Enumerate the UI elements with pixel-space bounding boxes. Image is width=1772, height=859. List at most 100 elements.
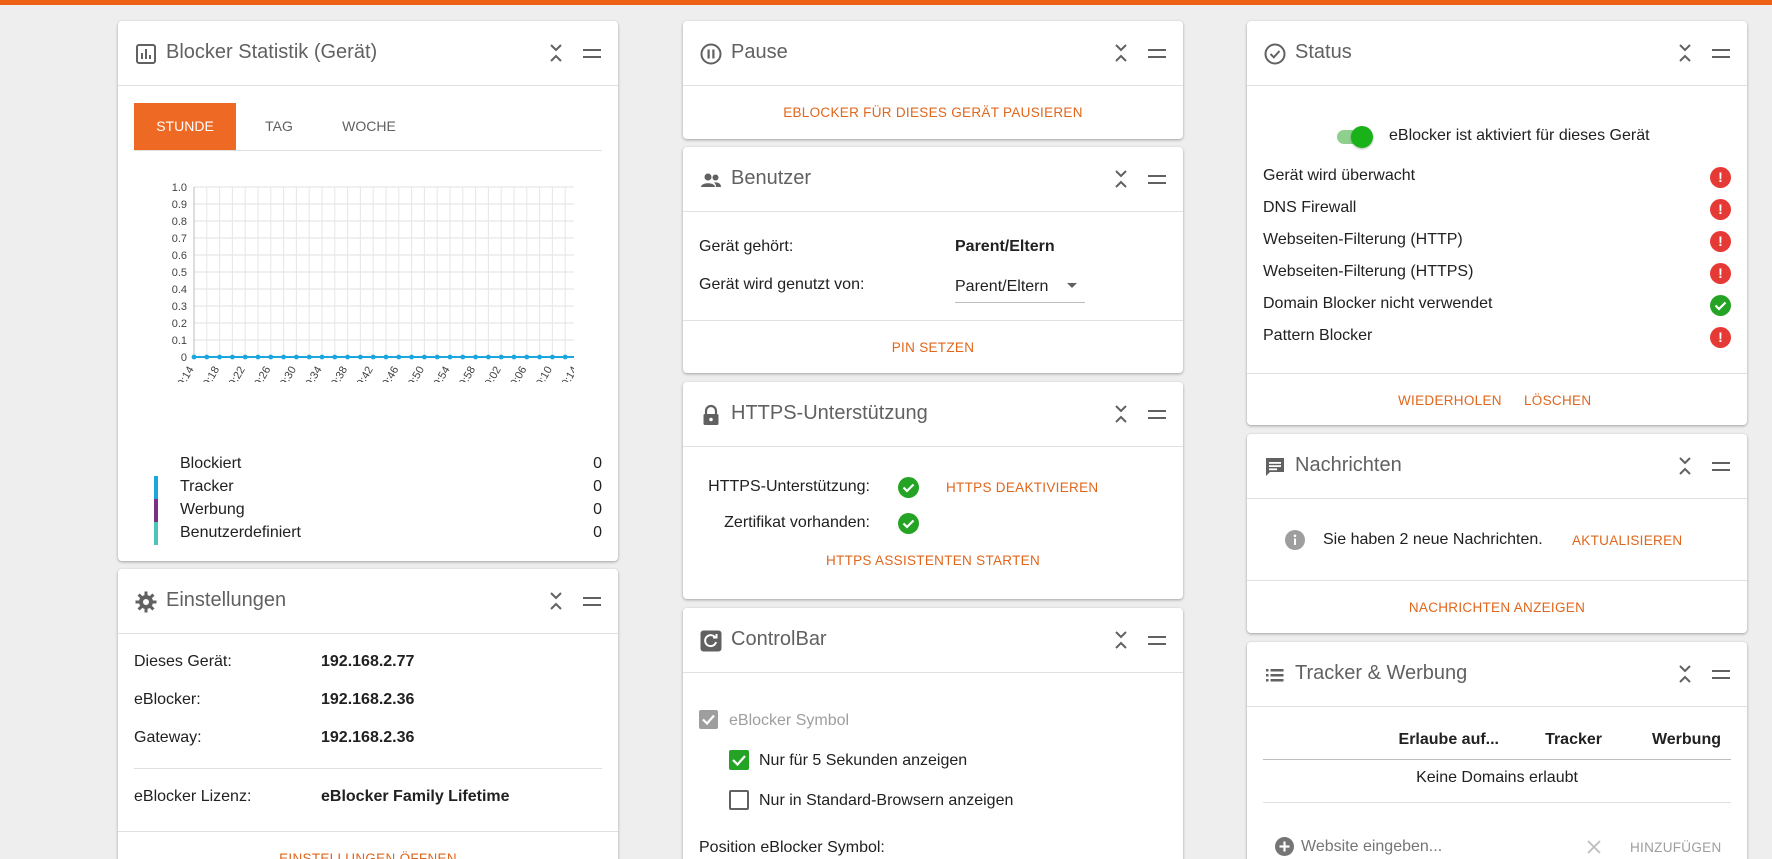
y-tick-label: 0.9 bbox=[172, 199, 187, 211]
x-tick-label: 19:22 bbox=[224, 365, 248, 383]
cert-label: Zertifikat vorhanden: bbox=[724, 514, 870, 531]
delete-link[interactable]: LÖSCHEN bbox=[1524, 393, 1591, 408]
data-point bbox=[409, 354, 414, 360]
status-title: Status bbox=[1295, 41, 1352, 63]
gear-icon bbox=[135, 591, 157, 613]
data-point bbox=[486, 354, 491, 360]
refresh-messages-link[interactable]: AKTUALISIEREN bbox=[1572, 533, 1682, 548]
data-point bbox=[217, 354, 222, 360]
add-circle-icon bbox=[1275, 837, 1294, 856]
y-tick-label: 0.2 bbox=[172, 318, 187, 330]
data-point bbox=[191, 354, 197, 360]
users-card-header: Benutzer bbox=[683, 147, 1183, 212]
pause-card-header: Pause bbox=[683, 21, 1183, 86]
owner-label: Gerät gehört: bbox=[699, 238, 794, 255]
bar-chart-icon bbox=[135, 43, 157, 65]
option-5sec-checkbox[interactable] bbox=[729, 750, 749, 770]
column-header-ads[interactable]: Werbung bbox=[1652, 731, 1721, 749]
set-pin-link[interactable]: PIN SETZEN bbox=[683, 340, 1183, 355]
chevron-down-icon bbox=[1067, 283, 1077, 288]
controlbar-title: ControlBar bbox=[731, 628, 827, 650]
legend-swatch-tracker bbox=[154, 476, 158, 499]
pause-link[interactable]: EBLOCKER FÜR DIESES GERÄT PAUSIEREN bbox=[683, 105, 1183, 120]
drag-handle-icon[interactable] bbox=[1712, 462, 1730, 471]
tab-hour[interactable]: STUNDE bbox=[134, 103, 236, 150]
close-icon[interactable] bbox=[1587, 840, 1601, 854]
https-deactivate-link[interactable]: HTTPS DEAKTIVIEREN bbox=[946, 480, 1098, 495]
y-tick-label: 0.4 bbox=[172, 284, 187, 296]
info-icon bbox=[1285, 530, 1305, 550]
legend-value-custom: 0 bbox=[593, 524, 602, 541]
settings-card: Einstellungen Dieses Gerät: 192.168.2.77… bbox=[118, 569, 618, 859]
x-tick-label: 20:02 bbox=[480, 365, 504, 383]
check-circle-outline-icon bbox=[1264, 43, 1286, 65]
data-point bbox=[358, 354, 363, 360]
collapse-icon[interactable] bbox=[1678, 42, 1692, 64]
drag-handle-icon[interactable] bbox=[1712, 49, 1730, 58]
drag-handle-icon[interactable] bbox=[1148, 175, 1166, 184]
messages-text: Sie haben 2 neue Nachrichten. bbox=[1323, 531, 1543, 548]
y-tick-label: 1.0 bbox=[172, 182, 187, 194]
empty-table-text: Keine Domains erlaubt bbox=[1416, 769, 1578, 786]
used-by-select[interactable]: Parent/Eltern bbox=[955, 269, 1085, 303]
symbol-label: eBlocker Symbol bbox=[729, 712, 850, 729]
data-point bbox=[447, 354, 453, 360]
settings-card-header: Einstellungen bbox=[118, 569, 618, 634]
x-tick-label: 19:58 bbox=[454, 365, 478, 383]
tracker-title: Tracker & Werbung bbox=[1295, 662, 1468, 684]
setting-value-license: eBlocker Family Lifetime bbox=[321, 788, 510, 805]
column-header-allow[interactable]: Erlaube auf... bbox=[1399, 731, 1499, 749]
setting-label-license: eBlocker Lizenz: bbox=[134, 788, 252, 805]
pause-title: Pause bbox=[731, 41, 788, 63]
collapse-icon[interactable] bbox=[549, 42, 563, 64]
drag-handle-icon[interactable] bbox=[583, 597, 601, 606]
drag-handle-icon[interactable] bbox=[1148, 49, 1166, 58]
legend-value-blocked: 0 bbox=[593, 455, 602, 472]
settings-footer-divider bbox=[118, 831, 618, 832]
activation-toggle[interactable] bbox=[1337, 124, 1373, 150]
https-support-label: HTTPS-Unterstützung: bbox=[708, 478, 870, 495]
x-tick-label: 19:54 bbox=[428, 365, 452, 383]
owner-value: Parent/Eltern bbox=[955, 238, 1055, 255]
list-icon bbox=[1264, 664, 1286, 686]
data-point bbox=[498, 354, 504, 360]
collapse-icon[interactable] bbox=[1678, 663, 1692, 685]
https-wizard-link[interactable]: HTTPS ASSISTENTEN STARTEN bbox=[683, 553, 1183, 568]
setting-value-device: 192.168.2.77 bbox=[321, 653, 415, 670]
drag-handle-icon[interactable] bbox=[583, 49, 601, 58]
https-card: HTTPS-Unterstützung HTTPS-Unterstützung:… bbox=[683, 382, 1183, 599]
error-icon: ! bbox=[1710, 327, 1731, 348]
collapse-icon[interactable] bbox=[1114, 403, 1128, 425]
collapse-icon[interactable] bbox=[549, 590, 563, 612]
option-browser-checkbox[interactable] bbox=[729, 790, 749, 810]
https-card-header: HTTPS-Unterstützung bbox=[683, 382, 1183, 447]
stats-line-chart: 0 0.1 0.2 0.3 0.4 0.5 0.6 0.7 0.8 0.9 1.0 19:14 19:1… bbox=[172, 182, 574, 383]
data-point bbox=[255, 354, 261, 360]
collapse-icon[interactable] bbox=[1114, 168, 1128, 190]
status-footer-divider bbox=[1247, 373, 1747, 374]
collapse-icon[interactable] bbox=[1114, 629, 1128, 651]
tab-week[interactable]: WOCHE bbox=[322, 103, 416, 150]
message-icon bbox=[1264, 456, 1286, 478]
symbol-checkbox[interactable] bbox=[699, 710, 718, 729]
activation-label: eBlocker ist aktiviert für dieses Gerät bbox=[1389, 127, 1650, 144]
setting-label-eblocker: eBlocker: bbox=[134, 691, 201, 708]
x-tick-label: 19:18 bbox=[198, 365, 222, 383]
retry-link[interactable]: WIEDERHOLEN bbox=[1398, 393, 1502, 408]
add-website-link[interactable]: HINZUFÜGEN bbox=[1630, 840, 1722, 855]
users-footer-divider bbox=[683, 320, 1183, 321]
open-settings-link[interactable]: EINSTELLUNGEN ÖFFNEN bbox=[118, 851, 618, 859]
show-messages-link[interactable]: NACHRICHTEN ANZEIGEN bbox=[1247, 600, 1747, 615]
drag-handle-icon[interactable] bbox=[1148, 636, 1166, 645]
users-icon bbox=[700, 169, 722, 191]
website-input[interactable] bbox=[1301, 834, 1541, 859]
tab-day[interactable]: TAG bbox=[236, 103, 322, 150]
data-point bbox=[434, 354, 440, 360]
x-tick-label: 19:46 bbox=[377, 365, 401, 383]
drag-handle-icon[interactable] bbox=[1712, 670, 1730, 679]
legend-swatch-ads bbox=[154, 499, 158, 522]
collapse-icon[interactable] bbox=[1114, 42, 1128, 64]
drag-handle-icon[interactable] bbox=[1148, 410, 1166, 419]
collapse-icon[interactable] bbox=[1678, 455, 1692, 477]
column-header-tracker[interactable]: Tracker bbox=[1545, 731, 1602, 749]
